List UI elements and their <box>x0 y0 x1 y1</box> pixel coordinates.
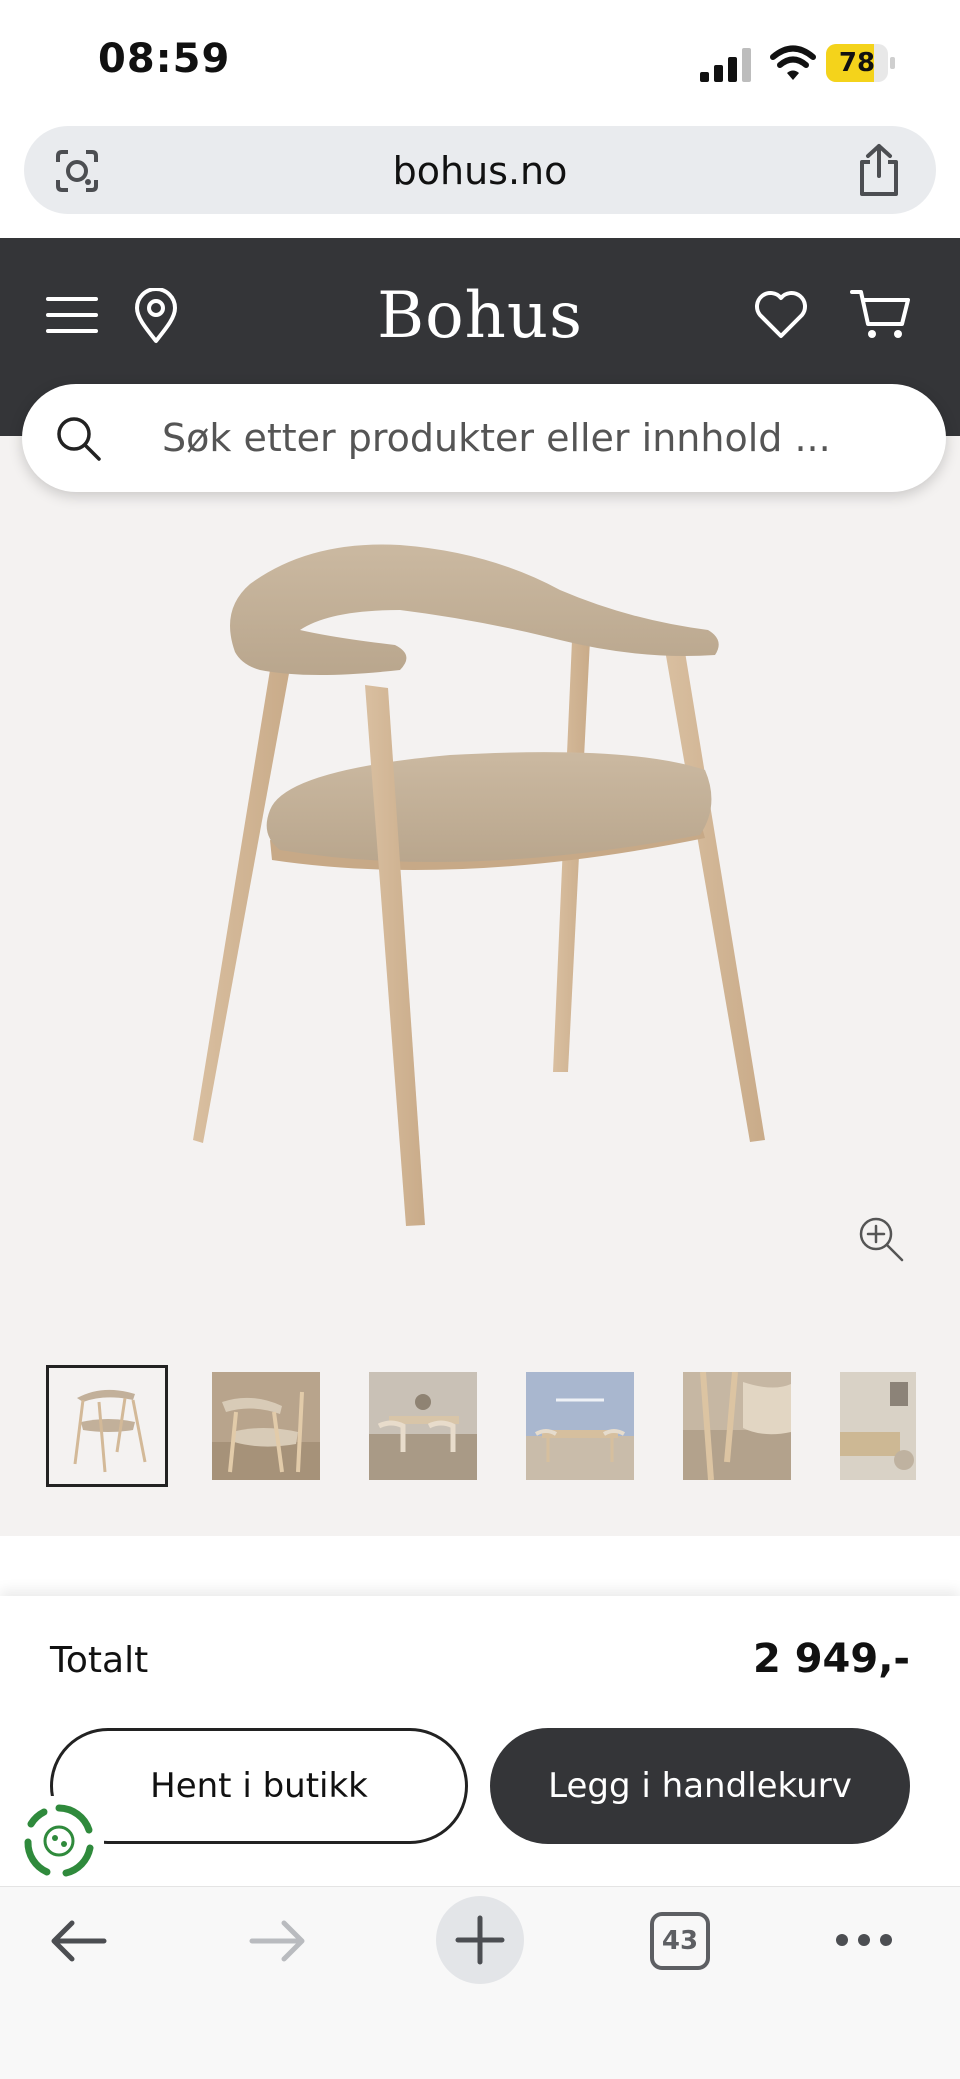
eco-badge[interactable] <box>14 1796 104 1886</box>
search-icon <box>57 417 101 461</box>
recycle-leaf-icon <box>24 1804 94 1877</box>
zoom-in-icon[interactable] <box>856 1214 906 1264</box>
plus-icon <box>455 1915 505 1965</box>
living-room-thumbnail-icon <box>840 1372 916 1480</box>
brand-logo[interactable]: Bohus <box>0 276 960 356</box>
add-to-cart-label: Legg i handlekurv <box>548 1766 852 1806</box>
dining-table-thumbnail-icon <box>526 1372 634 1480</box>
content-divider <box>0 1536 960 1596</box>
battery-icon: 78 <box>826 44 896 82</box>
thumbnail-4[interactable] <box>526 1372 634 1480</box>
status-time: 08:59 <box>98 36 231 82</box>
chair-closeup-thumbnail-icon <box>212 1372 320 1480</box>
total-label: Totalt <box>50 1640 149 1681</box>
thumbnail-5[interactable] <box>683 1372 791 1480</box>
shopping-cart-icon[interactable] <box>850 288 912 342</box>
more-options-icon[interactable] <box>834 1930 894 1950</box>
new-tab-button[interactable] <box>436 1896 524 1984</box>
wifi-icon <box>770 45 816 80</box>
forward-arrow-icon[interactable] <box>248 1916 308 1966</box>
url-text[interactable]: bohus.no <box>0 146 960 196</box>
dining-room-thumbnail-icon <box>369 1372 477 1480</box>
total-price: 2 949,- <box>752 1636 910 1682</box>
thumbnail-3[interactable] <box>369 1372 477 1480</box>
back-arrow-icon[interactable] <box>48 1916 108 1966</box>
thumbnail-6[interactable] <box>840 1372 916 1480</box>
chair-thumbnail-icon <box>53 1372 161 1480</box>
product-image-chair[interactable] <box>160 520 800 1240</box>
battery-level: 78 <box>838 48 876 78</box>
search-placeholder[interactable]: Søk etter produkter eller innhold ... <box>162 412 831 464</box>
cellular-signal-icon <box>700 48 751 82</box>
tabs-button[interactable]: 43 <box>650 1912 710 1970</box>
tabs-count: 43 <box>661 1926 699 1956</box>
thumbnail-2[interactable] <box>212 1372 320 1480</box>
thumbnail-1[interactable] <box>46 1365 168 1487</box>
share-icon[interactable] <box>854 142 904 198</box>
add-to-cart-button[interactable]: Legg i handlekurv <box>490 1728 910 1844</box>
pickup-in-store-label: Hent i butikk <box>150 1766 368 1806</box>
pickup-in-store-button[interactable]: Hent i butikk <box>50 1728 468 1844</box>
wishlist-heart-icon[interactable] <box>754 290 808 340</box>
chair-detail-thumbnail-icon <box>683 1372 791 1480</box>
